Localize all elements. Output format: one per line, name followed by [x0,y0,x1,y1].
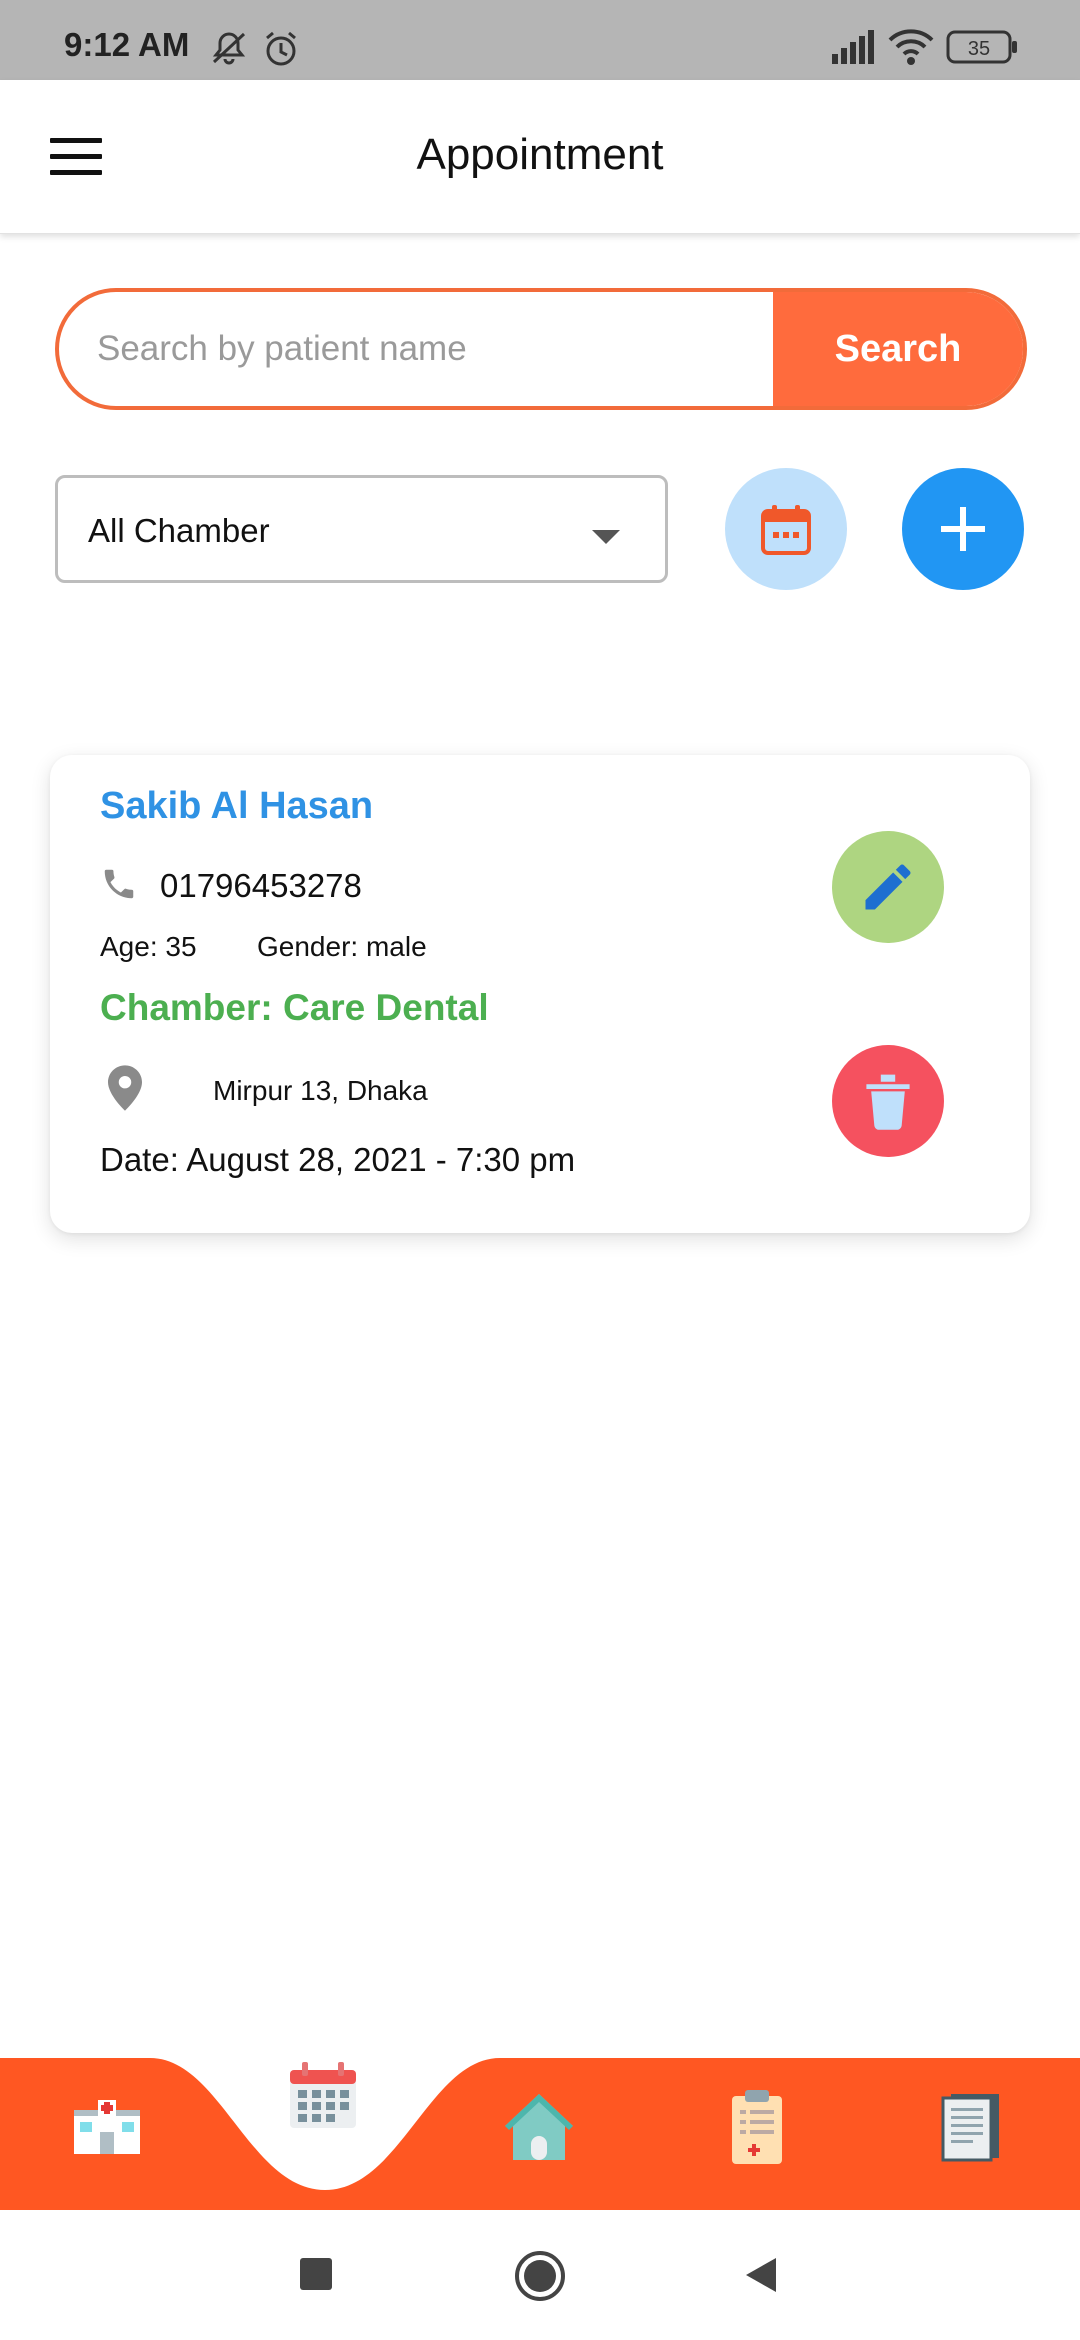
appointment-screen: 9:12 AM 35 Appointment Search by patient… [0,0,1080,2340]
chamber-name: Chamber: Care Dental [100,987,489,1028]
nav-hospital[interactable] [72,2100,142,2161]
system-navigation-bar [0,2210,1080,2340]
recents-square-icon[interactable] [300,2258,332,2295]
nav-notes[interactable] [941,2092,1001,2167]
back-triangle-icon[interactable] [744,2256,778,2299]
calendar-icon [761,505,811,555]
page-title: Appointment [416,130,664,179]
calendar-icon [290,2062,356,2128]
home-circle-icon[interactable] [514,2250,566,2307]
search-input[interactable] [59,292,779,406]
pencil-icon [865,864,911,910]
chamber-dropdown-value: All Chamber [88,512,270,549]
nav-home[interactable] [503,2092,575,2167]
patient-phone: 01796453278 [160,867,362,904]
search-button[interactable]: Search [773,292,1023,406]
status-bar: 9:12 AM 35 [0,0,1080,80]
bottom-navigation [0,2040,1080,2210]
patient-name: Sakib Al Hasan [100,785,374,827]
wifi-icon [888,28,934,71]
delete-appointment-button[interactable] [832,1045,944,1157]
trash-icon [866,1074,910,1130]
add-appointment-button[interactable] [902,468,1024,590]
notes-icon [941,2094,999,2162]
battery-level: 35 [968,38,990,60]
search-bar: Search [55,288,1027,410]
patient-age: Age: 35 [100,931,197,962]
dropdown-arrow-icon [592,530,620,544]
mute-icon [210,30,248,71]
appointment-date: Date: August 28, 2021 - 7:30 pm [100,1141,576,1178]
battery-icon: 35 [946,30,1018,69]
clipboard-icon [732,2090,782,2164]
nav-prescriptions[interactable] [730,2090,784,2171]
location-pin-icon [108,1065,142,1116]
chamber-dropdown[interactable]: All Chamber [55,475,668,583]
home-icon [505,2094,573,2160]
app-bar: Appointment [0,80,1080,234]
calendar-filter-button[interactable] [725,468,847,590]
signal-icon [832,30,876,69]
status-time: 9:12 AM [64,26,190,63]
alarm-icon [262,30,300,73]
patient-gender: Gender: male [257,931,427,962]
edit-appointment-button[interactable] [832,831,944,943]
nav-appointments[interactable] [288,2060,358,2135]
chamber-location: Mirpur 13, Dhaka [213,1075,428,1106]
plus-icon [941,507,985,551]
hospital-icon [74,2100,140,2154]
appointment-card[interactable]: Sakib Al Hasan 01796453278 Age: 35 Gende… [50,755,1030,1233]
phone-icon [100,865,138,908]
